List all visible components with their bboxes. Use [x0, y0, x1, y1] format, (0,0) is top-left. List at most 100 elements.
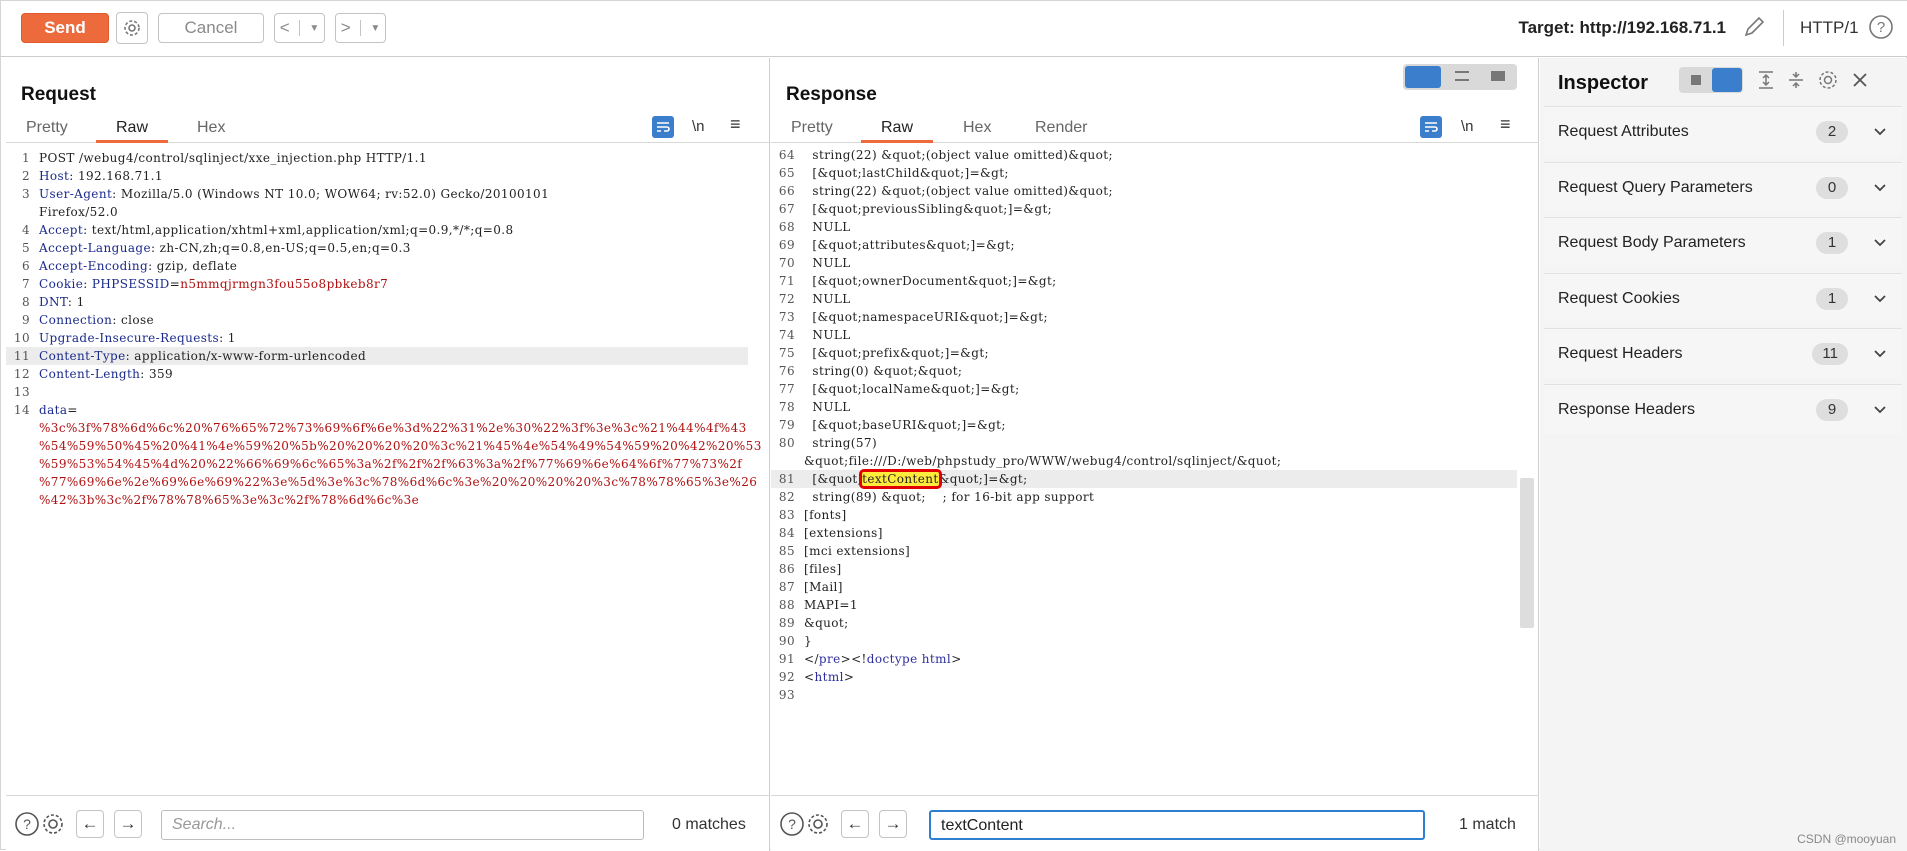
line-text: data=: [39, 401, 78, 419]
code-line: 72 NULL: [771, 290, 1538, 308]
line-number: 65: [778, 166, 795, 180]
tab-pretty[interactable]: Pretty: [771, 118, 853, 143]
line-text: Content-Type: application/x-www-form-url…: [39, 347, 366, 365]
response-panel: Response Pretty Raw Hex Render \n ≡ 64 s…: [771, 58, 1539, 851]
layout-panel-button[interactable]: [1712, 68, 1742, 92]
line-number: 69: [778, 238, 795, 252]
collapse-all-icon[interactable]: [1786, 70, 1806, 90]
inspector-section[interactable]: Request Body Parameters 1: [1544, 217, 1902, 267]
dropdown-icon[interactable]: ▼: [309, 23, 319, 34]
request-search-input[interactable]: Search...: [161, 810, 644, 840]
tab-hex[interactable]: Hex: [177, 118, 245, 143]
request-match-count: 0 matches: [672, 816, 746, 833]
line-text: [&quot;lastChild&quot;]=&gt;: [804, 164, 1009, 182]
chevron-left-icon: <: [279, 18, 290, 37]
layout-tabs-button[interactable]: [1491, 71, 1505, 81]
code-token: &quot;file:///D:/web/phpstudy_pro/WWW/we…: [804, 454, 1282, 468]
response-search-input[interactable]: textContent: [929, 810, 1425, 840]
menu-icon[interactable]: ≡: [730, 114, 741, 136]
history-forward-button[interactable]: > ▼: [335, 13, 386, 43]
help-icon[interactable]: ?: [779, 811, 805, 837]
inspector-section[interactable]: Request Cookies 1: [1544, 272, 1902, 323]
code-token: : gzip, deflate: [148, 259, 238, 273]
code-token: pre: [818, 652, 841, 666]
target-label: Target: http://192.168.71.1: [1518, 18, 1726, 38]
code-token: string(0) &quot;&quot;: [804, 364, 963, 378]
code-token: data: [39, 403, 68, 417]
edit-target-button[interactable]: [1741, 14, 1767, 40]
word-wrap-button[interactable]: [652, 116, 674, 138]
expand-all-icon[interactable]: [1756, 70, 1776, 90]
toolbar-divider: [1783, 10, 1784, 46]
line-number: 9: [21, 313, 30, 327]
next-match-button[interactable]: →: [114, 810, 142, 838]
code-line: 76 string(0) &quot;&quot;: [771, 362, 1538, 380]
line-text: [&quot;localName&quot;]=&gt;: [804, 380, 1020, 398]
tab-raw[interactable]: Raw: [96, 118, 169, 143]
close-icon[interactable]: [1850, 70, 1870, 90]
help-icon[interactable]: ?: [14, 811, 40, 837]
line-text: [fonts]: [804, 506, 847, 524]
line-text: [extensions]: [804, 524, 883, 542]
line-text: Accept: text/html,application/xhtml+xml,…: [39, 221, 514, 239]
code-token: &quot;: [804, 616, 849, 630]
history-back-button[interactable]: < ▼: [274, 13, 325, 43]
tab-pretty[interactable]: Pretty: [6, 118, 88, 143]
line-number: 67: [778, 202, 795, 216]
tab-hex[interactable]: Hex: [943, 118, 1011, 143]
response-editor[interactable]: 64 string(22) &quot;(object value omitte…: [771, 146, 1538, 706]
newline-toggle[interactable]: \n: [1461, 118, 1474, 140]
gear-icon[interactable]: [805, 811, 831, 837]
code-token: =: [169, 277, 181, 291]
layout-vertical-button[interactable]: [1455, 71, 1469, 81]
inspector-section[interactable]: Request Headers 11: [1544, 328, 1902, 378]
response-title: Response: [786, 84, 877, 105]
layout-list-button[interactable]: [1691, 75, 1701, 85]
newline-toggle[interactable]: \n: [692, 118, 705, 140]
dropdown-icon[interactable]: ▼: [370, 23, 380, 34]
line-text: [&quot;prefix&quot;]=&gt;: [804, 344, 989, 362]
code-token: [Mail]: [804, 580, 843, 594]
code-line: %42%3b%3c%2f%78%78%65%3e%3c%2f%78%6d%6c%…: [6, 491, 769, 509]
previous-match-button[interactable]: ←: [841, 810, 869, 838]
code-token: : zh-CN,zh;q=0.8,en-US;q=0.5,en;q=0.3: [150, 241, 411, 255]
request-search-bar: ? ← → Search... 0 matches: [6, 795, 769, 851]
line-number: 82: [778, 490, 795, 504]
send-button[interactable]: Send: [21, 13, 109, 43]
request-editor[interactable]: 1 POST /webug4/control/sqlinject/xxe_inje…: [6, 149, 769, 709]
settings-button[interactable]: [116, 12, 148, 44]
code-line: 74 NULL: [771, 326, 1538, 344]
code-line: 75 [&quot;prefix&quot;]=&gt;: [771, 344, 1538, 362]
tab-render[interactable]: Render: [1015, 118, 1107, 143]
menu-icon[interactable]: ≡: [1500, 114, 1511, 136]
inspector-section[interactable]: Request Query Parameters 0: [1544, 161, 1902, 212]
word-wrap-button[interactable]: [1420, 116, 1442, 138]
help-button[interactable]: ?: [1868, 14, 1894, 40]
line-text: POST /webug4/control/sqlinject/xxe_injec…: [39, 149, 427, 167]
gear-icon[interactable]: [40, 811, 66, 837]
line-number: 93: [778, 688, 795, 702]
http-version-selector[interactable]: HTTP/1: [1800, 18, 1859, 38]
next-match-button[interactable]: →: [879, 810, 907, 838]
previous-match-button[interactable]: ←: [76, 810, 104, 838]
inspector-section-label: Request Cookies: [1558, 289, 1680, 307]
layout-side-by-side-button[interactable]: [1405, 66, 1441, 88]
code-token: [&quot;localName&quot;]=&gt;: [804, 382, 1020, 396]
gear-icon: [124, 20, 140, 36]
code-token: NULL: [804, 292, 851, 306]
divider: [299, 20, 300, 36]
gear-icon[interactable]: [1817, 69, 1839, 91]
response-scrollbar[interactable]: [1520, 478, 1534, 628]
inspector-section[interactable]: Response Headers 9: [1544, 383, 1902, 434]
tab-raw[interactable]: Raw: [861, 118, 934, 143]
code-line: 93: [771, 686, 1538, 704]
code-token: POST /webug4/control/sqlinject/xxe_injec…: [39, 151, 427, 165]
inspector-section[interactable]: Request Attributes 2: [1544, 106, 1902, 156]
line-text: User-Agent: Mozilla/5.0 (Windows NT 10.0…: [39, 185, 549, 203]
code-token: %3c%3f%78%6d%6c%20%76%65%72%73%69%6f%6e%…: [39, 421, 747, 435]
line-text: Content-Length: 359: [39, 365, 173, 383]
cancel-button[interactable]: Cancel: [158, 13, 264, 43]
code-line: 68 NULL: [771, 218, 1538, 236]
line-number: 90: [778, 634, 795, 648]
code-line: 65 [&quot;lastChild&quot;]=&gt;: [771, 164, 1538, 182]
